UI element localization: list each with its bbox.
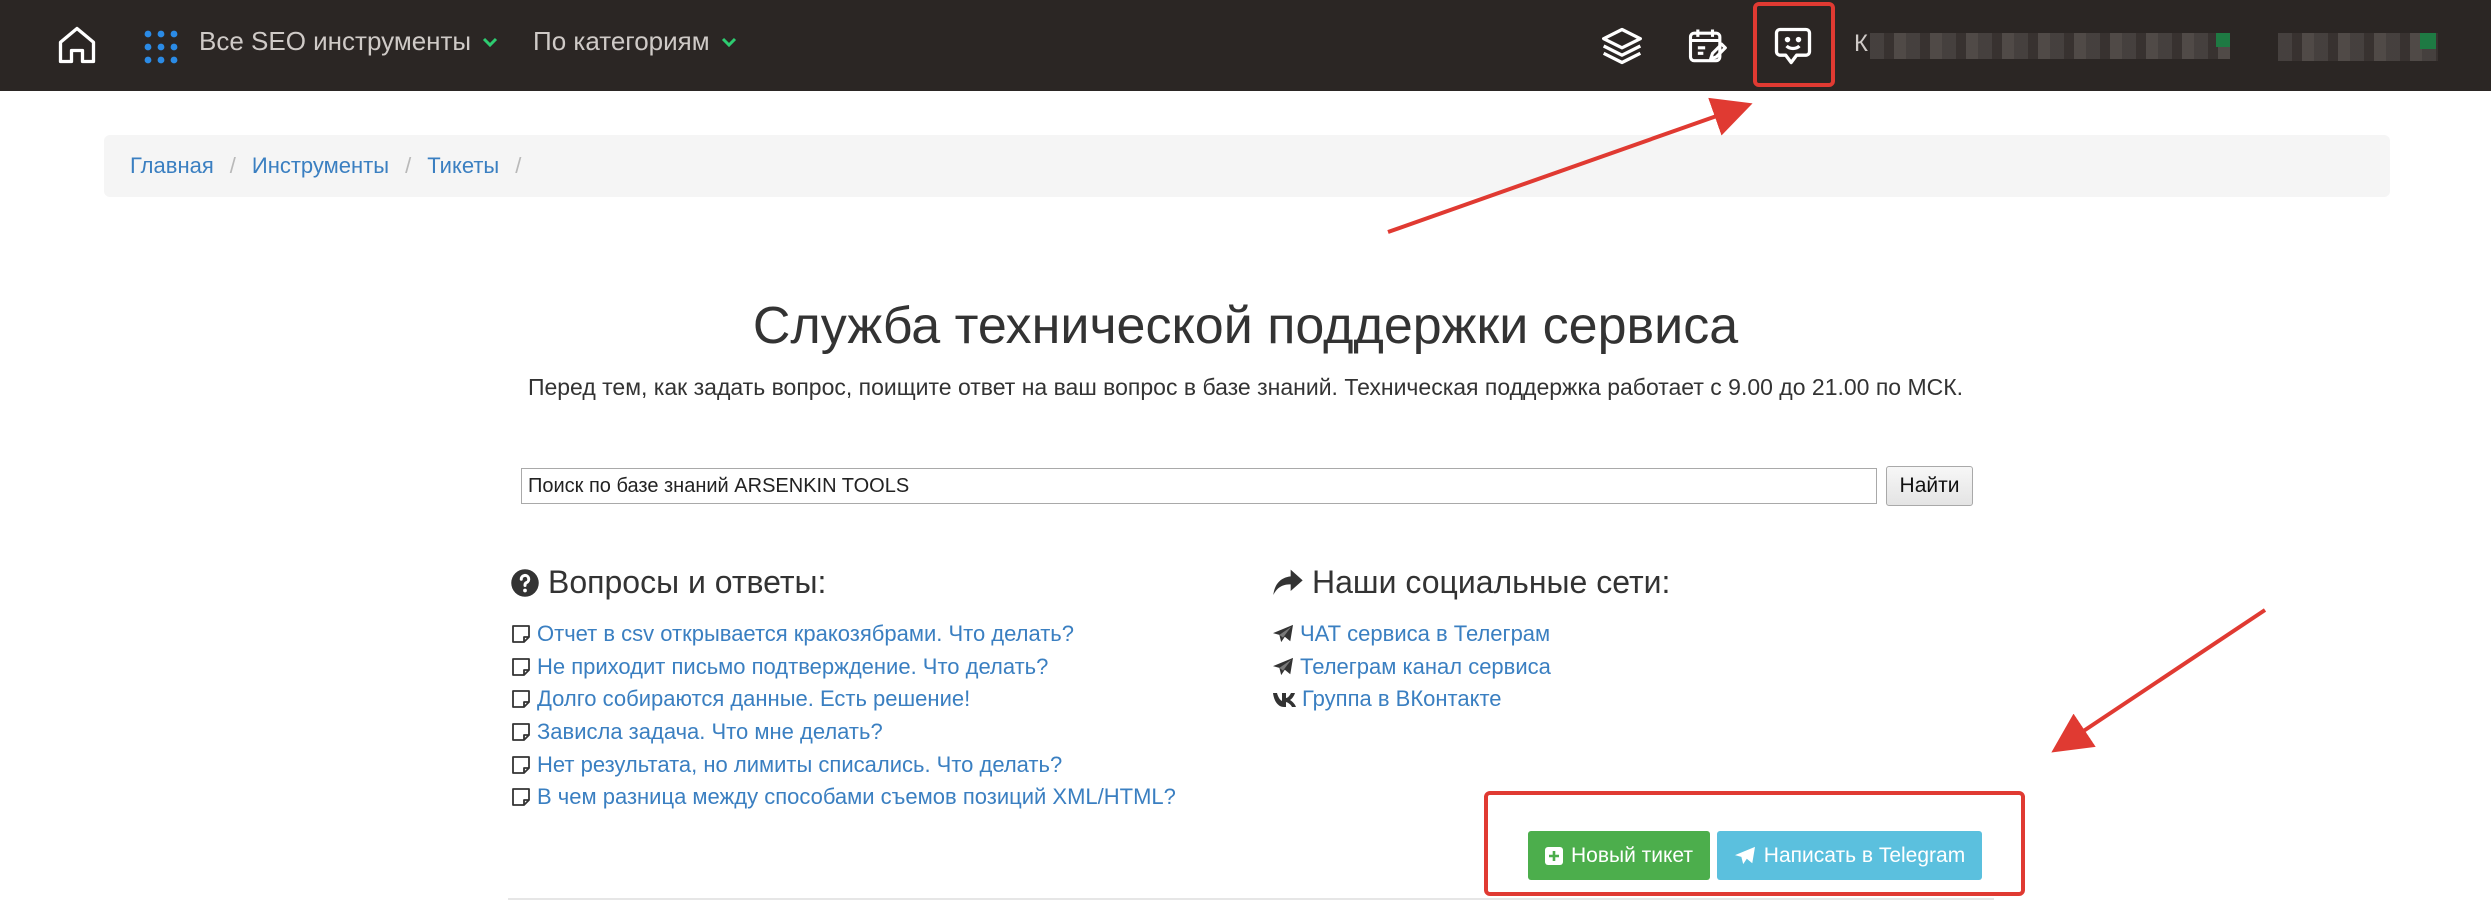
sticky-note-icon: [512, 788, 530, 807]
telegram-icon: [1734, 846, 1755, 864]
projects-button[interactable]: [1596, 20, 1648, 72]
faq-link[interactable]: В чем разница между способами съемов поз…: [537, 784, 1176, 810]
faq-link[interactable]: Отчет в csv открывается кракозябрами. Чт…: [537, 621, 1074, 647]
breadcrumb-separator: /: [515, 153, 522, 178]
faq-link[interactable]: Нет результата, но лимиты списались. Что…: [537, 752, 1062, 778]
page-subtitle: Перед тем, как задать вопрос, поищите от…: [527, 374, 1964, 400]
vk-icon: [1273, 693, 1296, 708]
list-item: В чем разница между способами съемов поз…: [511, 781, 1176, 814]
breadcrumb-home[interactable]: Главная: [130, 153, 214, 179]
breadcrumb-tickets[interactable]: Тикеты: [427, 153, 499, 179]
list-item: Зависла задача. Что мне делать?: [511, 716, 1176, 749]
categories-label: По категориям: [533, 26, 710, 56]
tasks-button[interactable]: [1681, 20, 1733, 72]
social-list: ЧАТ сервиса в Телеграм Телеграм канал се…: [1272, 618, 1551, 716]
write-telegram-button[interactable]: Написать в Telegram: [1717, 831, 1982, 880]
sticky-note-icon: [512, 723, 530, 741]
chevron-down-icon: [721, 37, 736, 47]
faq-list: Отчет в csv открывается кракозябрами. Чт…: [511, 618, 1176, 814]
question-circle-icon: [511, 568, 539, 597]
faq-link[interactable]: Долго собираются данные. Есть решение!: [537, 686, 970, 712]
plus-square-icon: [1544, 846, 1563, 865]
apps-grid-icon[interactable]: [144, 30, 178, 64]
new-ticket-button[interactable]: Новый тикет: [1528, 831, 1710, 880]
write-telegram-label: Написать в Telegram: [1763, 843, 1966, 867]
list-item: ЧАТ сервиса в Телеграм: [1272, 618, 1551, 651]
blurred-account-info: [1870, 33, 2230, 59]
social-link-vk[interactable]: Группа в ВКонтакте: [1302, 686, 1502, 712]
layers-icon: [1602, 27, 1642, 65]
breadcrumb-separator: /: [405, 153, 412, 178]
faq-link[interactable]: Не приходит письмо подтверждение. Что де…: [537, 654, 1048, 680]
faq-heading-text: Вопросы и ответы:: [548, 564, 827, 600]
blur-accent: [2420, 33, 2436, 49]
support-highlight-box: [1753, 2, 1835, 87]
share-arrow-icon: [1273, 569, 1303, 595]
all-tools-menu[interactable]: Все SEO инструменты: [199, 26, 499, 57]
top-navbar: Все SEO инструменты По категориям К: [0, 0, 2491, 91]
sticky-note-icon: [512, 755, 530, 774]
knowledge-base-search-input[interactable]: [521, 468, 1877, 504]
section-divider: [508, 898, 1994, 900]
new-ticket-label: Новый тикет: [1570, 843, 1694, 867]
search-button[interactable]: Найти: [1886, 466, 1973, 506]
social-link-telegram-channel[interactable]: Телеграм канал сервиса: [1300, 654, 1551, 680]
sticky-note-icon: [512, 657, 530, 676]
list-item: Долго собираются данные. Есть решение!: [511, 683, 1176, 716]
faq-heading: Вопросы и ответы:: [510, 564, 826, 601]
calendar-edit-icon: [1688, 29, 1727, 63]
social-heading: Наши социальные сети:: [1272, 564, 1670, 601]
social-link-telegram-chat[interactable]: ЧАТ сервиса в Телеграм: [1300, 621, 1550, 647]
list-item: Отчет в csv открывается кракозябрами. Чт…: [511, 618, 1176, 651]
account-name[interactable]: К: [1854, 30, 1868, 58]
categories-menu[interactable]: По категориям: [533, 26, 738, 57]
blurred-balance-info: [2278, 33, 2438, 61]
telegram-icon: [1273, 657, 1293, 676]
social-heading-text: Наши социальные сети:: [1312, 564, 1671, 600]
all-tools-label: Все SEO инструменты: [199, 26, 472, 56]
sticky-note-icon: [512, 625, 530, 644]
faq-link[interactable]: Зависла задача. Что мне делать?: [537, 719, 883, 745]
chevron-down-icon: [483, 37, 498, 47]
breadcrumb-separator: /: [229, 153, 236, 178]
breadcrumb-tools[interactable]: Инструменты: [252, 153, 389, 179]
list-item: Телеграм канал сервиса: [1272, 651, 1551, 684]
blur-accent: [2216, 33, 2230, 47]
breadcrumb: Главная / Инструменты / Тикеты /: [104, 135, 2390, 197]
home-button[interactable]: [50, 18, 104, 72]
list-item: Нет результата, но лимиты списались. Что…: [511, 748, 1176, 781]
home-icon: [58, 26, 96, 64]
telegram-icon: [1273, 625, 1293, 643]
sticky-note-icon: [512, 690, 530, 709]
page-title: Служба технической поддержки сервиса: [752, 297, 1739, 355]
list-item: Не приходит письмо подтверждение. Что де…: [511, 651, 1176, 684]
list-item: Группа в ВКонтакте: [1272, 683, 1551, 716]
arrow-to-action-buttons: [2051, 608, 2267, 753]
